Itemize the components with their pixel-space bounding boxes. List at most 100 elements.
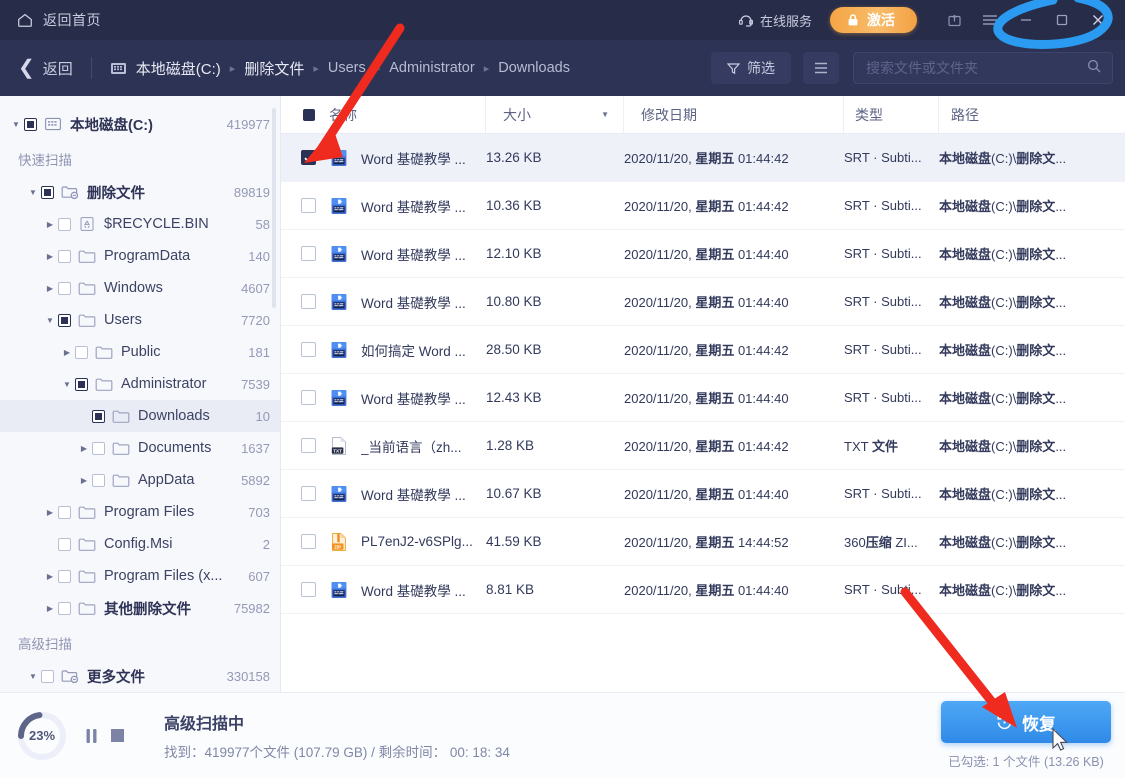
file-name-cell[interactable]: Word 基礎教學 ... <box>281 182 486 229</box>
tree-item-checkbox[interactable] <box>58 249 71 263</box>
menu-icon[interactable] <box>973 3 1007 37</box>
row-checkbox[interactable] <box>301 438 316 453</box>
folder-tree-sidebar[interactable]: ▼ 本地磁盘(C:) 419977 快速扫描 ▼ 删除文件 89819 ▶ $RECYCLE.B… <box>0 96 281 692</box>
tree-item--recycle-bin[interactable]: ▶ $RECYCLE.BIN 58 <box>0 208 280 240</box>
breadcrumb-item-1[interactable]: 删除文件 <box>244 58 304 79</box>
stop-icon[interactable] <box>111 729 124 742</box>
tree-item-program-files[interactable]: ▶ Program Files 703 <box>0 496 280 528</box>
file-name-cell[interactable]: Word 基礎教學 ... <box>281 470 486 517</box>
tree-item-checkbox[interactable] <box>58 505 71 519</box>
tree-item-checkbox[interactable] <box>75 377 88 391</box>
chevron-down-icon[interactable]: ▼ <box>8 120 24 129</box>
tree-item-users[interactable]: ▼ Users 7720 <box>0 304 280 336</box>
table-row[interactable]: Word 基礎教學 ... 10.67 KB 2020/11/20, 星期五 01:… <box>281 470 1125 518</box>
tree-item-checkbox[interactable] <box>58 601 71 615</box>
table-row[interactable]: Word 基礎教學 ... 10.36 KB 2020/11/20, 星期五 01:… <box>281 182 1125 230</box>
chevron-right-icon[interactable]: ▶ <box>59 348 75 357</box>
chevron-down-icon[interactable]: ▼ <box>42 316 58 325</box>
row-checkbox[interactable] <box>301 486 316 501</box>
online-service-button[interactable]: 在线服务 <box>738 11 812 30</box>
chevron-right-icon[interactable]: ▶ <box>76 444 92 453</box>
breadcrumb-item-2[interactable]: Users <box>328 60 366 76</box>
file-name-cell[interactable]: Word 基礎教學 ... <box>281 230 486 277</box>
breadcrumb-item-4[interactable]: Downloads <box>498 60 570 76</box>
tree-item-public[interactable]: ▶ Public 181 <box>0 336 280 368</box>
table-row[interactable]: ZIP PL7enJ2-v6SPlg... 41.59 KB 2020/11/20, … <box>281 518 1125 566</box>
table-row[interactable]: Word 基礎教學 ... 10.80 KB 2020/11/20, 星期五 01:… <box>281 278 1125 326</box>
file-name-cell[interactable]: 如何搞定 Word ... <box>281 326 486 373</box>
breadcrumb-item-3[interactable]: Administrator <box>389 60 474 76</box>
row-checkbox[interactable] <box>301 198 316 213</box>
tree-item-checkbox[interactable] <box>41 185 54 199</box>
table-row[interactable]: 如何搞定 Word ... 28.50 KB 2020/11/20, 星期五 01:… <box>281 326 1125 374</box>
row-checkbox[interactable] <box>301 246 316 261</box>
sort-caret-icon[interactable]: ▼ <box>601 110 609 119</box>
list-view-icon[interactable] <box>803 52 839 84</box>
pause-icon[interactable] <box>86 728 97 744</box>
activate-button[interactable]: 激活 <box>830 7 917 33</box>
chevron-right-icon[interactable]: ▶ <box>42 220 58 229</box>
search-input[interactable] <box>866 60 1086 76</box>
chevron-down-icon[interactable]: ▼ <box>25 188 41 197</box>
tree-item-checkbox[interactable] <box>41 669 54 683</box>
row-checkbox[interactable] <box>301 534 316 549</box>
chevron-down-icon[interactable]: ▼ <box>59 380 75 389</box>
tree-item-删除文件[interactable]: ▼ 删除文件 89819 <box>0 176 280 208</box>
tree-item-downloads[interactable]: ▪ Downloads 10 <box>0 400 280 432</box>
recover-button[interactable]: 恢复 <box>941 701 1111 743</box>
row-checkbox[interactable] <box>301 390 316 405</box>
table-row[interactable]: Word 基礎教學 ... 12.10 KB 2020/11/20, 星期五 01:… <box>281 230 1125 278</box>
file-name-cell[interactable]: TXT _当前语言（zh... <box>281 422 486 469</box>
chevron-down-icon[interactable]: ▼ <box>25 672 41 681</box>
tree-item-本地磁盘-c-[interactable]: ▼ 本地磁盘(C:) 419977 <box>0 108 280 140</box>
chevron-right-icon[interactable]: ▶ <box>42 508 58 517</box>
tree-item-checkbox[interactable] <box>24 117 37 131</box>
tree-item-checkbox[interactable] <box>58 313 71 327</box>
select-all-checkbox[interactable] <box>303 108 315 121</box>
file-name-cell[interactable]: Word 基礎教學 ... <box>281 134 486 181</box>
file-name-cell[interactable]: Word 基礎教學 ... <box>281 566 486 613</box>
table-row[interactable]: Word 基礎教學 ... 13.26 KB 2020/11/20, 星期五 01:… <box>281 134 1125 182</box>
chevron-right-icon[interactable]: ▶ <box>42 252 58 261</box>
file-name-cell[interactable]: Word 基礎教學 ... <box>281 278 486 325</box>
row-checkbox[interactable] <box>301 150 316 165</box>
tree-item-checkbox[interactable] <box>58 281 71 295</box>
column-header-path[interactable]: 路径 <box>939 96 1125 134</box>
table-row[interactable]: TXT _当前语言（zh... 1.28 KB 2020/11/20, 星期五 01:… <box>281 422 1125 470</box>
table-row[interactable]: Word 基礎教學 ... 12.43 KB 2020/11/20, 星期五 01:… <box>281 374 1125 422</box>
row-checkbox[interactable] <box>301 294 316 309</box>
tree-item-checkbox[interactable] <box>75 345 88 359</box>
home-button[interactable]: 返回首页 <box>16 10 101 30</box>
breadcrumb-item-0[interactable]: 本地磁盘(C:) <box>136 58 221 79</box>
tree-item-checkbox[interactable] <box>58 217 71 231</box>
filter-button[interactable]: 筛选 <box>711 52 791 84</box>
tree-item-checkbox[interactable] <box>92 409 105 423</box>
share-icon[interactable] <box>937 3 971 37</box>
tree-item-documents[interactable]: ▶ Documents 1637 <box>0 432 280 464</box>
back-button[interactable]: ❮ 返回 <box>18 58 73 79</box>
chevron-right-icon[interactable]: ▶ <box>42 284 58 293</box>
tree-item-config-msi[interactable]: ▪ Config.Msi 2 <box>0 528 280 560</box>
tree-item-windows[interactable]: ▶ Windows 4607 <box>0 272 280 304</box>
tree-item-administrator[interactable]: ▼ Administrator 7539 <box>0 368 280 400</box>
sidebar-scrollbar[interactable] <box>272 108 276 308</box>
tree-item-checkbox[interactable] <box>58 569 71 583</box>
tree-item-checkbox[interactable] <box>92 473 105 487</box>
minimize-icon[interactable] <box>1009 3 1043 37</box>
chevron-right-icon[interactable]: ▶ <box>42 604 58 613</box>
chevron-right-icon[interactable]: ▶ <box>42 572 58 581</box>
column-header-type[interactable]: 类型 <box>844 96 939 134</box>
search-icon[interactable] <box>1086 58 1102 79</box>
tree-item-checkbox[interactable] <box>92 441 105 455</box>
file-name-cell[interactable]: ZIP PL7enJ2-v6SPlg... <box>281 518 486 565</box>
tree-item-program-files-x-[interactable]: ▶ Program Files (x... 607 <box>0 560 280 592</box>
tree-item-appdata[interactable]: ▶ AppData 5892 <box>0 464 280 496</box>
file-name-cell[interactable]: Word 基礎教學 ... <box>281 374 486 421</box>
search-box[interactable] <box>853 52 1113 84</box>
tree-item-其他删除文件[interactable]: ▶ 其他删除文件 75982 <box>0 592 280 624</box>
column-header-date[interactable]: 修改日期 <box>624 96 844 134</box>
row-checkbox[interactable] <box>301 582 316 597</box>
row-checkbox[interactable] <box>301 342 316 357</box>
tree-item-programdata[interactable]: ▶ ProgramData 140 <box>0 240 280 272</box>
tree-item-checkbox[interactable] <box>58 537 71 551</box>
